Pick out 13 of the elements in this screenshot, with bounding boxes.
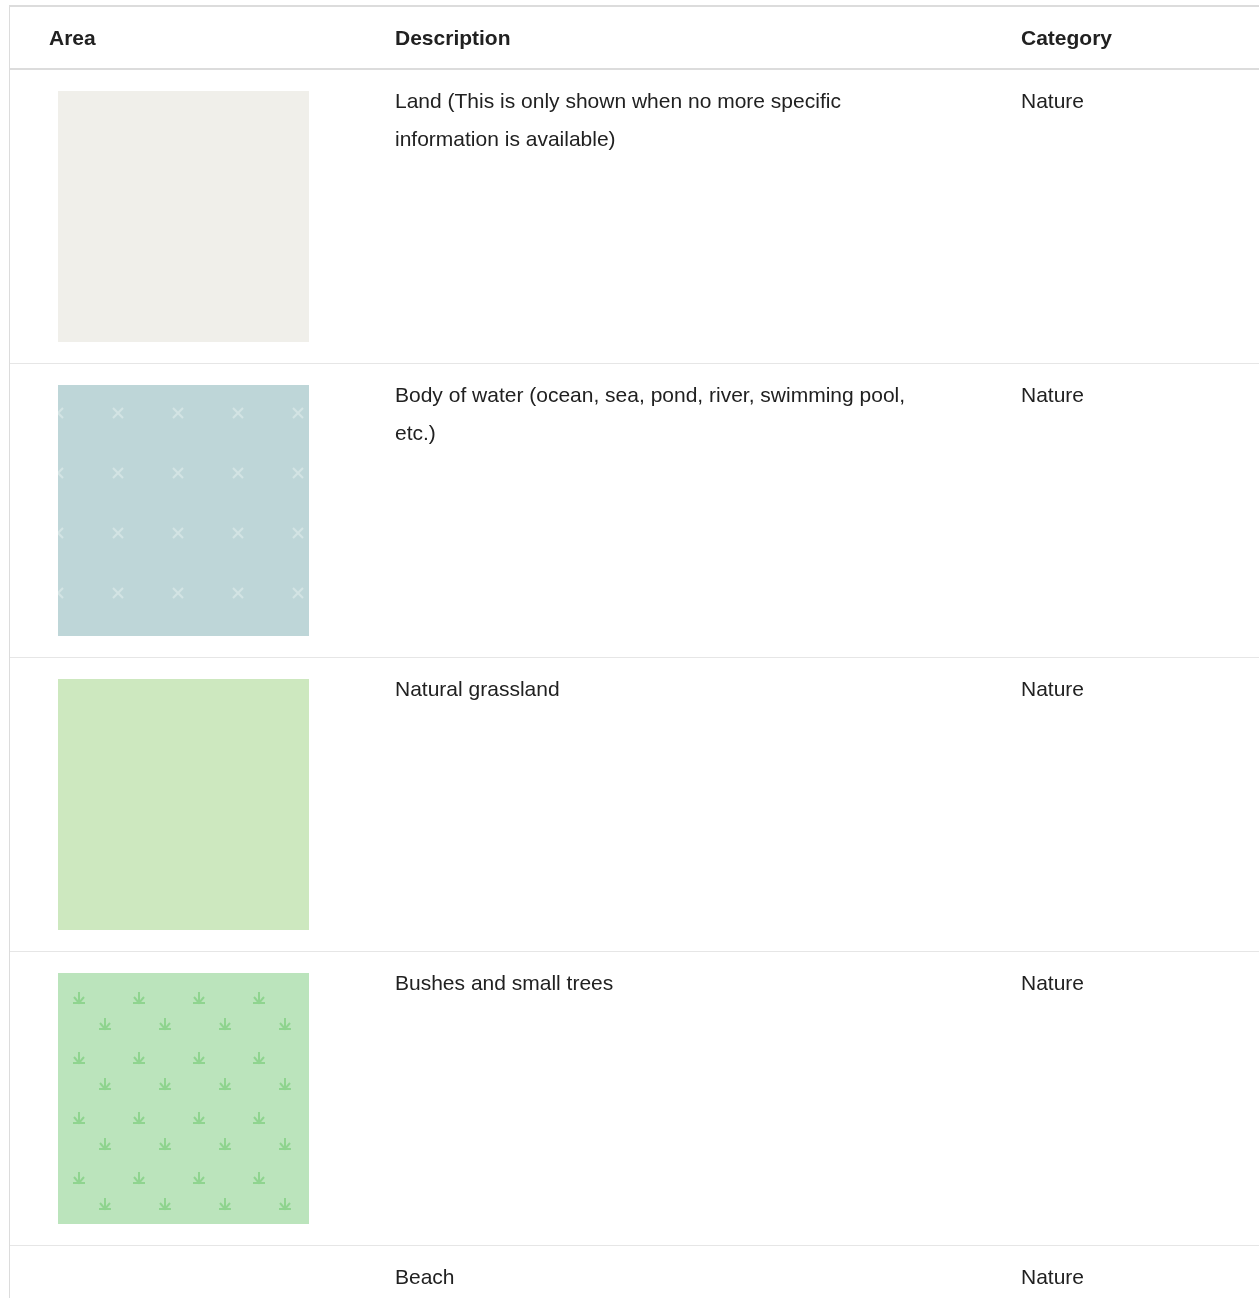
column-header: Category (1020, 24, 1113, 51)
description-text: Body of water (ocean, sea, pond, river, swimming pool, etc.) (395, 383, 906, 444)
description-text: Bushes and small trees (395, 971, 614, 994)
column-header: Area (48, 24, 97, 51)
category-text: Nature (1021, 383, 1085, 406)
category-text: Nature (1021, 971, 1085, 994)
description-text: Beach (395, 1265, 455, 1288)
category-text: Nature (1021, 677, 1085, 700)
category-text: Nature (1021, 1265, 1085, 1288)
description-text: Natural grassland (395, 677, 560, 700)
category-text: Nature (1021, 89, 1085, 112)
column-header: Description (394, 24, 512, 51)
description-text: Land (This is only shown when no more specific information is available) (395, 89, 841, 150)
